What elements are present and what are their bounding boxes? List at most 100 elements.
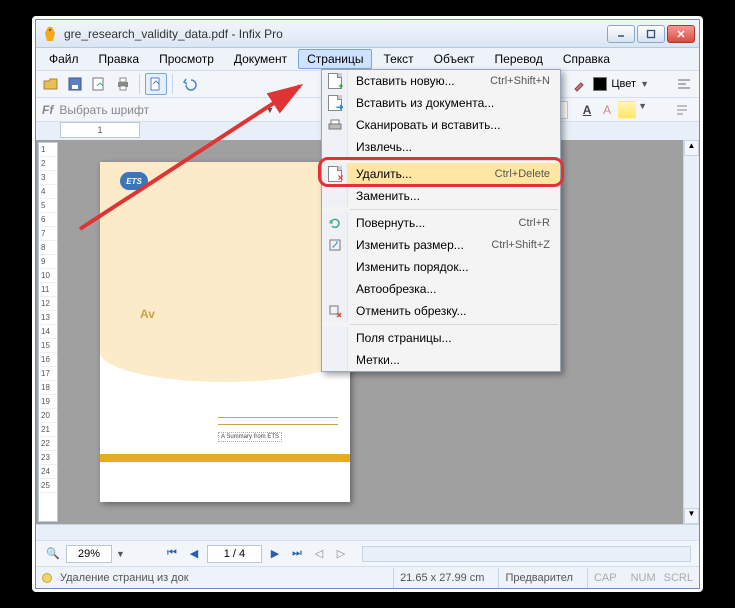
menu-item-label: Удалить... xyxy=(348,167,495,181)
menu-divider xyxy=(350,209,558,210)
menu-item[interactable]: Заменить... xyxy=(322,185,560,207)
underline-icon[interactable]: A xyxy=(578,101,596,119)
menu-item[interactable]: Сканировать и вставить... xyxy=(322,114,560,136)
menu-text[interactable]: Текст xyxy=(374,49,422,69)
page-bottom-bar xyxy=(100,454,350,462)
window-title: gre_research_validity_data.pdf - Infix P… xyxy=(64,27,607,41)
menu-item-label: Вставить из документа... xyxy=(348,96,550,110)
ruler-tick: 13 xyxy=(39,311,57,325)
scroll-down-icon[interactable]: ▼ xyxy=(684,508,699,524)
ruler-tick: 25 xyxy=(39,479,57,493)
ruler-tick: 17 xyxy=(39,367,57,381)
scroll-up-icon[interactable]: ▲ xyxy=(684,140,699,156)
status-preview[interactable]: Предварител xyxy=(498,568,579,588)
page-line xyxy=(218,417,338,418)
chevron-down-icon[interactable]: ▼ xyxy=(638,101,647,119)
status-led-icon xyxy=(42,573,52,583)
highlight-icon[interactable] xyxy=(618,101,636,119)
ruler-tick: 7 xyxy=(39,227,57,241)
blank-icon xyxy=(322,278,348,300)
ruler-tick: 6 xyxy=(39,213,57,227)
ruler-tick: 24 xyxy=(39,465,57,479)
menu-item[interactable]: Метки... xyxy=(322,349,560,371)
menu-item[interactable]: Изменить порядок... xyxy=(322,256,560,278)
menu-item[interactable]: Повернуть...Ctrl+R xyxy=(322,212,560,234)
app-icon xyxy=(42,26,58,42)
menu-item-label: Извлечь... xyxy=(348,140,550,154)
menu-pages[interactable]: Страницы xyxy=(298,49,372,69)
ruler-tick: 21 xyxy=(39,423,57,437)
menu-file[interactable]: Файл xyxy=(40,49,88,69)
forward-icon[interactable]: ▷ xyxy=(332,546,350,562)
menu-item[interactable]: Извлечь... xyxy=(322,136,560,158)
menu-edit[interactable]: Правка xyxy=(90,49,149,69)
window-buttons xyxy=(607,25,695,43)
scroll-track[interactable] xyxy=(684,156,699,508)
ruler-tick: 11 xyxy=(39,283,57,297)
text-color-icon[interactable]: A xyxy=(598,101,616,119)
open-icon[interactable] xyxy=(40,73,62,95)
menu-item[interactable]: Отменить обрезку... xyxy=(322,300,560,322)
maximize-button[interactable] xyxy=(637,25,665,43)
crop-x-icon xyxy=(322,300,348,322)
next-page-icon[interactable]: ▶ xyxy=(266,546,284,562)
para-icon[interactable] xyxy=(671,99,693,121)
status-num: NUM xyxy=(631,572,656,584)
minimize-button[interactable] xyxy=(607,25,635,43)
horizontal-scrollbar[interactable] xyxy=(362,546,691,562)
status-dimensions: 21.65 x 27.99 cm xyxy=(393,568,490,588)
zoom-input[interactable]: 29% xyxy=(66,545,112,563)
align-left-icon[interactable] xyxy=(673,73,695,95)
menu-item-label: Повернуть... xyxy=(348,216,519,230)
menu-item-label: Сканировать и вставить... xyxy=(348,118,550,132)
rotate-icon xyxy=(322,212,348,234)
first-page-icon[interactable]: ⏮ xyxy=(163,546,181,562)
menu-item[interactable]: Автообрезка... xyxy=(322,278,560,300)
menu-document[interactable]: Документ xyxy=(225,49,296,69)
ruler-tick: 20 xyxy=(39,409,57,423)
color-picker[interactable]: Цвет ▼ xyxy=(593,77,649,91)
menu-object[interactable]: Объект xyxy=(425,49,484,69)
menu-item[interactable]: Поля страницы... xyxy=(322,327,560,349)
ruler-tick: 19 xyxy=(39,395,57,409)
ruler-tick: 22 xyxy=(39,437,57,451)
back-icon[interactable]: ◁ xyxy=(310,546,328,562)
menu-divider xyxy=(350,160,558,161)
menu-item-label: Изменить порядок... xyxy=(348,260,550,274)
ruler-tick: 5 xyxy=(39,199,57,213)
ruler-tick: 15 xyxy=(39,339,57,353)
menu-item[interactable]: Изменить размер...Ctrl+Shift+Z xyxy=(322,234,560,256)
annotation-arrow xyxy=(75,74,325,237)
blank-icon xyxy=(322,349,348,371)
ruler-tick: 12 xyxy=(39,297,57,311)
blank-icon xyxy=(322,136,348,158)
menu-item-shortcut: Ctrl+Shift+Z xyxy=(491,239,550,251)
color-label: Цвет xyxy=(611,78,636,90)
vertical-scrollbar[interactable]: ▲ ▼ xyxy=(683,140,699,524)
text-style-buttons: A A ▼ xyxy=(578,101,647,119)
zoom-out-icon[interactable]: 🔍 xyxy=(44,546,62,562)
title-bar: gre_research_validity_data.pdf - Infix P… xyxy=(36,20,699,48)
menu-item-label: Метки... xyxy=(348,353,550,367)
eyedropper-icon[interactable] xyxy=(569,73,591,95)
menu-item-shortcut: Ctrl+R xyxy=(519,217,550,229)
menu-translate[interactable]: Перевод xyxy=(486,49,552,69)
font-icon: Ff xyxy=(42,103,53,117)
menu-item-label: Изменить размер... xyxy=(348,238,491,252)
page-summary: A Summary from ETS xyxy=(218,432,282,442)
scanner-icon xyxy=(322,114,348,136)
chevron-down-icon[interactable]: ▼ xyxy=(116,549,125,559)
menu-item[interactable]: ×Удалить...Ctrl+Delete xyxy=(322,163,560,185)
status-scrl: SCRL xyxy=(664,572,693,584)
menu-help[interactable]: Справка xyxy=(554,49,619,69)
last-page-icon[interactable]: ⏭ xyxy=(288,546,306,562)
ruler-tick: 9 xyxy=(39,255,57,269)
menu-item[interactable]: ➜Вставить из документа... xyxy=(322,92,560,114)
menu-item-label: Поля страницы... xyxy=(348,331,550,345)
prev-page-icon[interactable]: ◀ xyxy=(185,546,203,562)
close-button[interactable] xyxy=(667,25,695,43)
menu-item-label: Заменить... xyxy=(348,189,550,203)
page-input[interactable]: 1 / 4 xyxy=(207,545,262,563)
menu-item[interactable]: +Вставить новую...Ctrl+Shift+N xyxy=(322,70,560,92)
menu-view[interactable]: Просмотр xyxy=(150,49,223,69)
